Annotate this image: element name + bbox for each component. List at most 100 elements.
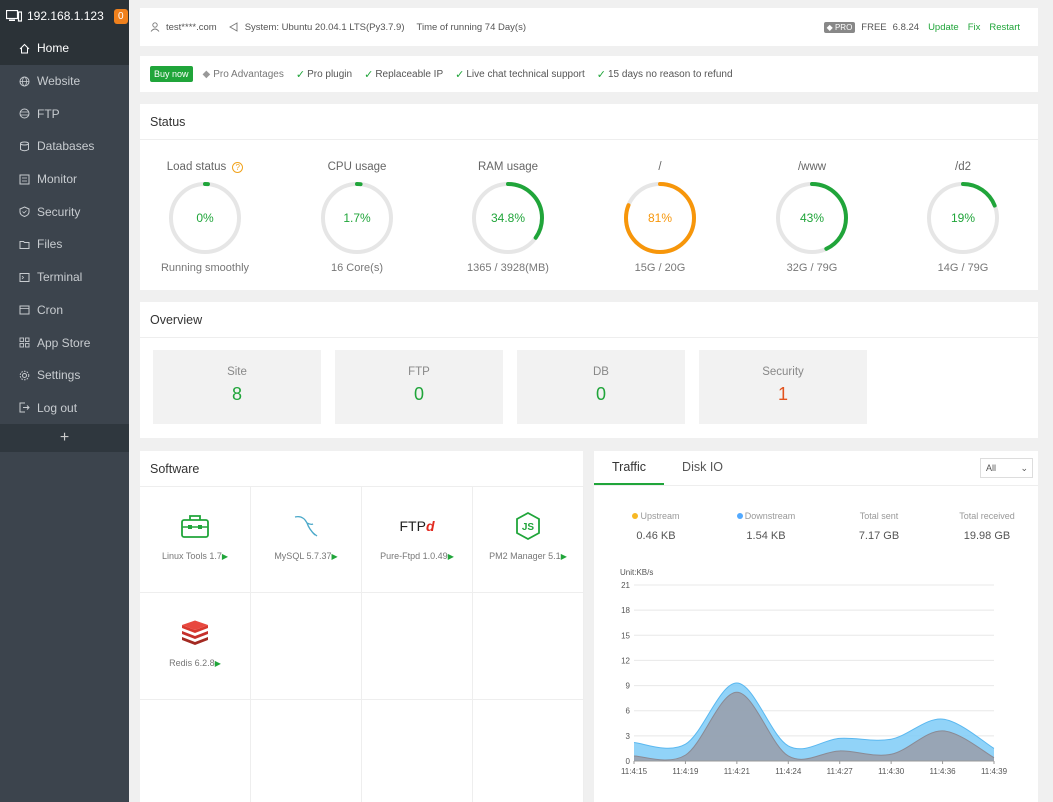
- overview-card-site[interactable]: Site 8: [153, 350, 321, 424]
- add-menu-button[interactable]: +: [0, 424, 129, 453]
- interface-select[interactable]: All ⌄: [980, 458, 1033, 478]
- gauge-0[interactable]: Load status? 0% Running smoothly: [140, 140, 270, 274]
- traffic-panel: Traffic Disk IO All ⌄ Upstream 0.46 KB Down…: [594, 451, 1038, 802]
- gauge-subtext: 1365 / 3928(MB): [467, 262, 549, 274]
- gauge-5[interactable]: /d2 19% 14G / 79G: [898, 140, 1028, 274]
- sidebar-item-app-store[interactable]: App Store: [0, 326, 129, 359]
- sidebar-item-terminal[interactable]: Terminal: [0, 261, 129, 294]
- y-tick-label: 6: [626, 707, 631, 716]
- gauge-value: 19%: [951, 211, 975, 225]
- software-item[interactable]: FTPd Pure-Ftpd 1.0.49▶: [362, 486, 473, 593]
- gauge-1[interactable]: CPU usage 1.7% 16 Core(s): [292, 140, 422, 274]
- help-icon[interactable]: ?: [232, 161, 244, 173]
- software-name: Redis 6.2.8: [169, 658, 215, 668]
- traffic-stat-value: 19.98 GB: [963, 530, 1011, 542]
- buy-now-button[interactable]: Buy now: [150, 66, 193, 82]
- sidebar-item-label: Website: [37, 74, 81, 89]
- pro-advantages-link[interactable]: ◆ Pro Advantages: [203, 69, 284, 80]
- ftp-logo-icon: FTPd: [399, 518, 435, 534]
- pro-label: PRO: [834, 22, 853, 32]
- user-account: test****.com: [166, 21, 217, 33]
- play-icon[interactable]: ▶: [448, 552, 454, 561]
- server-icon: [6, 9, 22, 22]
- overview-card-label: Site: [227, 366, 247, 378]
- software-item[interactable]: MySQL 5.7.37▶: [251, 486, 362, 593]
- x-tick-label: 11:4:15: [621, 767, 648, 776]
- top-info-bar: test****.com System: Ubuntu 20.04.1 LTS(…: [140, 8, 1038, 46]
- gauge-ring: 43%: [776, 182, 848, 254]
- software-empty-slot: [362, 593, 473, 700]
- sidebar-item-log-out[interactable]: Log out: [0, 392, 129, 425]
- pro-badge[interactable]: ◆ PRO: [823, 21, 856, 33]
- traffic-stat: Total sent 7.17 GB: [839, 511, 919, 542]
- play-icon[interactable]: ▶: [222, 552, 228, 561]
- redis-icon: [140, 617, 250, 649]
- sidebar-item-monitor[interactable]: Monitor: [0, 163, 129, 196]
- software-name: Pure-Ftpd 1.0.49: [380, 551, 448, 561]
- tab-traffic[interactable]: Traffic: [594, 451, 665, 485]
- sidebar-item-label: Terminal: [37, 270, 83, 285]
- update-link[interactable]: Update: [928, 22, 959, 33]
- svg-text:JS: JS: [522, 522, 535, 533]
- software-item[interactable]: JS PM2 Manager 5.1▶: [473, 486, 584, 593]
- overview-card-db[interactable]: DB 0: [517, 350, 685, 424]
- overview-card-label: FTP: [408, 366, 430, 378]
- pro-feature: ✓ Replaceable IP: [364, 68, 443, 81]
- sidebar-menu: Home Website FTP Databases Monitor Security Fi…: [0, 32, 129, 425]
- pro-feature: ✓ 15 days no reason to refund: [597, 68, 733, 81]
- software-title: Software: [140, 451, 583, 487]
- sidebar-item-security[interactable]: Security: [0, 195, 129, 228]
- notification-badge[interactable]: 0: [113, 8, 128, 24]
- gauge-ring: 34.8%: [472, 182, 544, 254]
- traffic-stat-label: Total received: [959, 511, 1015, 521]
- sidebar-item-files[interactable]: Files: [0, 228, 129, 261]
- gauge-ring: 81%: [624, 182, 696, 254]
- software-item[interactable]: Linux Tools 1.7▶: [140, 486, 251, 593]
- play-icon[interactable]: ▶: [215, 659, 221, 668]
- gauge-subtext: 15G / 20G: [634, 262, 686, 274]
- fix-link[interactable]: Fix: [968, 22, 981, 33]
- sidebar-item-databases[interactable]: Databases: [0, 130, 129, 163]
- overview-card-value: 1: [777, 384, 788, 404]
- software-name: MySQL 5.7.37: [274, 551, 332, 561]
- y-tick-label: 3: [626, 732, 631, 741]
- sidebar-item-settings[interactable]: Settings: [0, 359, 129, 392]
- ftp-icon: [18, 108, 30, 120]
- traffic-stat-value: 7.17 GB: [858, 530, 900, 542]
- y-tick-label: 0: [626, 757, 631, 766]
- gauge-label: RAM usage: [477, 161, 539, 173]
- traffic-stat-label: Upstream: [640, 511, 680, 521]
- status-title: Status: [140, 104, 1038, 140]
- chevron-down-icon: ⌄: [1020, 463, 1028, 473]
- sidebar-item-ftp[interactable]: FTP: [0, 97, 129, 130]
- pro-feature: ✓ Pro plugin: [296, 68, 352, 81]
- traffic-stat: Total received 19.98 GB: [947, 511, 1027, 542]
- sidebar-item-home[interactable]: Home: [0, 32, 129, 65]
- sidebar-item-website[interactable]: Website: [0, 65, 129, 98]
- overview-card-ftp[interactable]: FTP 0: [335, 350, 503, 424]
- diamond-icon: ◆: [202, 68, 211, 80]
- gauge-label: Load status: [166, 161, 227, 173]
- play-icon[interactable]: ▶: [332, 552, 338, 561]
- sidebar-item-label: App Store: [37, 335, 91, 350]
- tab-disk-io[interactable]: Disk IO: [664, 451, 741, 485]
- overview-card-value: 0: [413, 384, 424, 404]
- x-tick-label: 11:4:24: [775, 767, 802, 776]
- overview-card-security[interactable]: Security 1: [699, 350, 867, 424]
- software-panel: Software Linux Tools 1.7▶ MySQL 5.7.37▶ FT…: [140, 451, 584, 802]
- gauge-2[interactable]: RAM usage 34.8% 1365 / 3928(MB): [443, 140, 573, 274]
- traffic-chart: Unit:KB/s 21 18 15 12 9 6 3 011:4:15 11:4:19 11:4:…: [620, 568, 1008, 776]
- software-empty-slot: [362, 700, 473, 802]
- legend-dot: [736, 513, 743, 519]
- software-item[interactable]: Redis 6.2.8▶: [140, 593, 251, 700]
- sidebar-header[interactable]: 192.168.1.123 0: [0, 0, 129, 32]
- gauge-subtext: 32G / 79G: [786, 262, 838, 274]
- x-tick-label: 11:4:39: [981, 767, 1008, 776]
- play-icon[interactable]: ▶: [561, 552, 567, 561]
- chart-unit-label: Unit:KB/s: [620, 568, 653, 577]
- sidebar-item-cron[interactable]: Cron: [0, 294, 129, 327]
- gauge-4[interactable]: /www 43% 32G / 79G: [747, 140, 877, 274]
- restart-link[interactable]: Restart: [989, 22, 1020, 33]
- gauge-3[interactable]: / 81% 15G / 20G: [595, 140, 725, 274]
- calendar-icon: [18, 304, 30, 316]
